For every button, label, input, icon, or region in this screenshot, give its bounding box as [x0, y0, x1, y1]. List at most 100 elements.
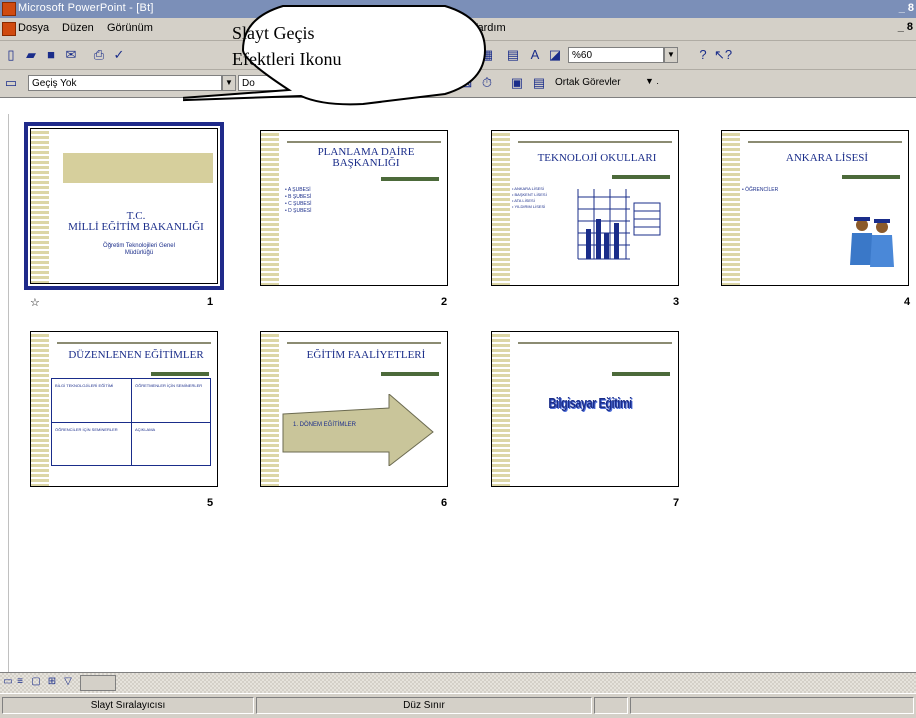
- table-icon[interactable]: ▦: [478, 46, 496, 64]
- standard-toolbar: ▯ ▰ ■ ✉ ⎙ ✓ ▥ ▦ ▤ A ◪ %60 ▼ ? ↖?: [0, 41, 916, 70]
- window-title: Microsoft PowerPoint - [Bt]: [18, 2, 154, 14]
- menu-yardim[interactable]: Yardım: [471, 22, 506, 34]
- zoom-dropdown-icon[interactable]: ▼: [664, 47, 678, 63]
- green-accent: [612, 372, 670, 376]
- hide-slide-icon[interactable]: ⊠: [458, 74, 476, 92]
- outline-view-icon[interactable]: ≡: [14, 676, 26, 688]
- email-icon[interactable]: ✉: [62, 46, 80, 64]
- slide-number: 3: [673, 296, 680, 308]
- spelling-icon[interactable]: ✓: [110, 46, 128, 64]
- slide-bullets: • ANKARA LİSESİ • BAŞKENT LİSESİ • ATA L…: [512, 186, 547, 209]
- title-bar: Microsoft PowerPoint - [Bt] _ 8: [0, 0, 916, 18]
- green-accent: [842, 175, 900, 179]
- slide-number: 2: [441, 296, 448, 308]
- slide-rule: [518, 141, 672, 143]
- slide-thumbnail-5[interactable]: DÜZENLENEN EĞİTİMLER BİLGİ TEKNOLOJİLERİ…: [30, 331, 218, 487]
- block-arrow-shape: [282, 394, 434, 466]
- slide-title: ANKARA LİSESİ: [785, 152, 869, 164]
- menu-gorunum[interactable]: Görünüm: [107, 22, 153, 34]
- slide-thumbnail-3[interactable]: TEKNOLOJİ OKULLARI • ANKARA LİSESİ • BAŞ…: [491, 130, 679, 286]
- green-accent: [381, 372, 439, 376]
- zoom-combo[interactable]: %60: [568, 47, 664, 63]
- document-window-controls[interactable]: _ 8: [898, 21, 913, 33]
- horizontal-scrollbar[interactable]: [80, 675, 116, 691]
- chart-icon[interactable]: ▥: [458, 46, 476, 64]
- slide-title: T.C. MİLLİ EĞİTİM BAKANLIĞI: [68, 210, 204, 233]
- table-cell: ÖĞRENCİLER İÇİN SEMİNERLER: [55, 427, 118, 432]
- slide-transition-icon[interactable]: ▭: [2, 74, 20, 92]
- slide-sorter-view-icon[interactable]: ⊞: [46, 676, 58, 688]
- slide-table: BİLGİ TEKNOLOJİLERİ EĞİTİMİ ÖĞRETMENLER …: [51, 378, 211, 466]
- green-accent: [381, 177, 439, 181]
- transition-combo[interactable]: Geçiş Yok: [28, 75, 222, 91]
- slide-number: 1: [207, 296, 214, 308]
- table-cell: BİLGİ TEKNOLOJİLERİ EĞİTİMİ: [55, 383, 114, 388]
- slide-number: 7: [673, 497, 680, 509]
- slide-rule: [57, 342, 211, 344]
- view-buttons-bar: ▭ ≡ ▢ ⊞ ▽: [0, 672, 916, 693]
- slide-title: PLANLAMA DAİRE BAŞKANLIĞI: [317, 146, 415, 169]
- slide-rule: [287, 342, 441, 344]
- green-accent: [612, 175, 670, 179]
- animation-icon[interactable]: ✱: [436, 74, 454, 92]
- status-design: Düz Sınır: [256, 697, 592, 714]
- menu-duzen[interactable]: Düzen: [62, 22, 94, 34]
- document-icon[interactable]: [2, 22, 16, 36]
- slide-stripe: [31, 332, 49, 486]
- slide-bullets: • A ŞUBESİ • B ŞUBESİ • C ŞUBESİ • D ŞUB…: [285, 187, 312, 214]
- powerpoint-app-icon[interactable]: [2, 2, 16, 16]
- slide-stripe: [722, 131, 740, 285]
- window-controls[interactable]: _ 8: [899, 2, 914, 14]
- save-icon[interactable]: ■: [42, 46, 60, 64]
- slide-thumbnail-4[interactable]: ANKARA LİSESİ • ÖĞRENCİLER: [721, 130, 909, 286]
- slide-transition-marker[interactable]: ☆: [30, 296, 40, 309]
- table-cell: ÖĞRETMENLER İÇİN SEMİNERLER: [135, 383, 203, 388]
- common-tasks-dropdown-icon[interactable]: ▼ .: [645, 76, 659, 86]
- effect-dropdown-icon[interactable]: ▼: [416, 75, 430, 91]
- new-icon[interactable]: ▯: [2, 46, 20, 64]
- slide-number: 6: [441, 497, 448, 509]
- slide-thumbnail-1[interactable]: T.C. MİLLİ EĞİTİM BAKANLIĞI Öğretim Tekn…: [24, 122, 224, 290]
- speaker-notes-icon[interactable]: ▤: [530, 74, 548, 92]
- summary-slide-icon[interactable]: ▣: [508, 74, 526, 92]
- normal-view-icon[interactable]: ▭: [2, 676, 14, 688]
- columns-icon[interactable]: ▤: [504, 46, 522, 64]
- slide-rule: [748, 141, 902, 143]
- slide-subtitle: Öğretim Teknolojileri Genel Müdürlüğü: [103, 243, 175, 256]
- slide-thumbnail-2[interactable]: PLANLAMA DAİRE BAŞKANLIĞI • A ŞUBESİ • B…: [260, 130, 448, 286]
- slide-stripe: [492, 131, 510, 285]
- slide-rule: [518, 342, 672, 344]
- slide-thumbnail-6[interactable]: EĞİTİM FAALİYETLERİ 1. DÖNEM EĞİTİMLER: [260, 331, 448, 487]
- slide-title: DÜZENLENEN EĞİTİMLER: [68, 349, 204, 361]
- open-icon[interactable]: ▰: [22, 46, 40, 64]
- slide-stripe: [261, 332, 279, 486]
- transition-dropdown-icon[interactable]: ▼: [222, 75, 236, 91]
- slide-show-icon[interactable]: ▽: [62, 676, 74, 688]
- slide-title: TEKNOLOJİ OKULLARI: [537, 152, 657, 164]
- slide-sorter-toolbar: ▭ Geçiş Yok ▼ Do ▼ ✱ ⊠ ⏱ ▣ ▤ Ortak Görev…: [0, 70, 916, 98]
- rehearse-timings-icon[interactable]: ⏱: [478, 74, 496, 92]
- slide-bullets: • ÖĞRENCİLER: [742, 187, 779, 193]
- status-spelling: [594, 697, 628, 714]
- expand-icon[interactable]: A: [526, 46, 544, 64]
- table-divider: [52, 422, 210, 423]
- slide-rule: [287, 141, 441, 143]
- slide-stripe: [492, 332, 510, 486]
- menu-bar: Dosya Düzen Görünüm Yardım _ 8: [0, 18, 916, 41]
- slide-thumbnail-7[interactable]: Bilgisayar Eğitimi: [491, 331, 679, 487]
- effect-combo[interactable]: Do: [238, 75, 416, 91]
- title-bar-decoration: [63, 153, 213, 183]
- common-tasks-menu[interactable]: Ortak Görevler: [555, 77, 621, 88]
- green-accent: [151, 372, 209, 376]
- grayscale-icon[interactable]: ◪: [546, 46, 564, 64]
- menu-dosya[interactable]: Dosya: [18, 22, 49, 34]
- graduates-clipart: [850, 217, 894, 267]
- slide-chart-graphic: [577, 189, 661, 260]
- slide-stripe: [261, 131, 279, 285]
- slide-title: EĞİTİM FAALİYETLERİ: [306, 349, 426, 361]
- print-icon[interactable]: ⎙: [90, 46, 108, 64]
- whats-this-icon[interactable]: ↖?: [714, 46, 732, 64]
- slide-view-icon[interactable]: ▢: [30, 676, 42, 688]
- help-icon[interactable]: ?: [694, 46, 712, 64]
- status-bar: Slayt Sıralayıcısı Düz Sınır: [0, 693, 916, 718]
